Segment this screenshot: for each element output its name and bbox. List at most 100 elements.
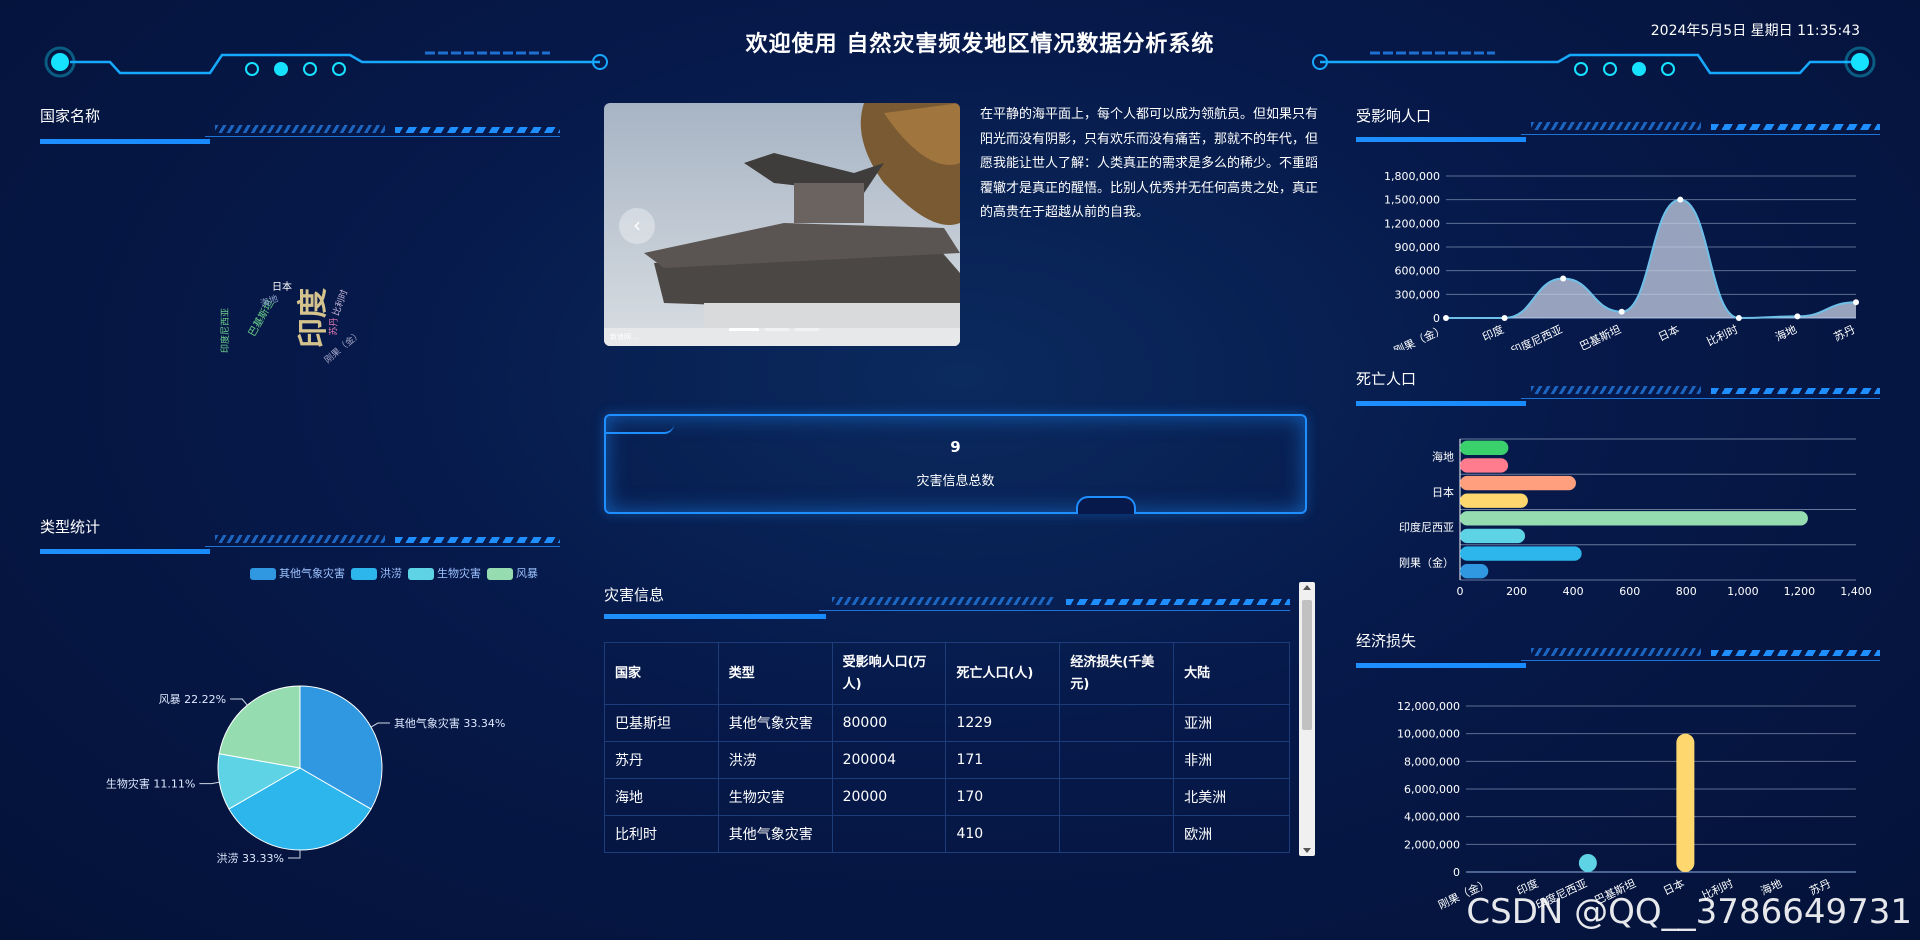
table-row[interactable]: 海地 生物灾害 20000 170 北美洲 <box>604 778 1290 816</box>
header-decoration-right <box>1312 46 1876 78</box>
pie-slice-label: 风暴 22.22% <box>159 693 226 706</box>
y-tick-label: 4,000,000 <box>1404 811 1460 824</box>
pie-label-line <box>370 722 390 728</box>
data-point <box>1677 196 1684 203</box>
y-tick-label: 印度尼西亚 <box>1399 520 1454 534</box>
bar[interactable] <box>1676 733 1695 872</box>
y-tick-label: 0 <box>1453 866 1460 879</box>
y-tick-label: 8,000,000 <box>1404 755 1460 768</box>
x-tick-label: 1,000 <box>1727 585 1759 598</box>
bar[interactable] <box>1460 563 1489 579</box>
table-row[interactable]: 苏丹 洪涝 200004 171 非洲 <box>604 741 1290 779</box>
pie-slice[interactable] <box>218 685 301 769</box>
pie-slice-label: 洪涝 33.33% <box>217 851 284 865</box>
column-header[interactable]: 经济损失(千美元) <box>1059 642 1175 705</box>
y-tick-label: 300,000 <box>1395 288 1441 301</box>
data-point <box>1853 299 1859 306</box>
x-tick-label: 400 <box>1563 585 1584 598</box>
bar[interactable] <box>1460 546 1582 561</box>
panel-title-country-names: 国家名称 <box>40 107 101 125</box>
table-row[interactable]: 巴基斯坦 其他气象灾害 80000 1229 亚洲 <box>604 704 1290 742</box>
x-tick-label: 1,400 <box>1840 585 1872 598</box>
scroll-thumb[interactable] <box>1302 600 1312 730</box>
pie-label-line <box>199 781 220 785</box>
y-tick-label: 0 <box>1433 312 1440 325</box>
y-tick-label: 1,200,000 <box>1384 217 1440 230</box>
stat-label: 灾害信息总数 <box>916 474 995 489</box>
table-row[interactable]: 比利时 其他气象灾害 410 欧洲 <box>604 815 1290 853</box>
y-tick-label: 12,000,000 <box>1397 700 1460 713</box>
current-datetime: 2024年5月5日 星期日 11:35:43 <box>1650 23 1860 39</box>
pie-legend[interactable]: 其他气象灾害 洪涝 生物灾害 风暴 <box>250 565 538 581</box>
column-header[interactable]: 受影响人口(万人) <box>831 642 947 705</box>
legend-item[interactable]: 风暴 <box>487 565 538 581</box>
column-header[interactable]: 国家 <box>604 642 719 705</box>
scroll-up-icon[interactable] <box>1303 585 1311 590</box>
x-tick-label: 刚果（金） <box>1392 322 1448 350</box>
type-stats-pie-chart[interactable]: 其他气象灾害 33.34% 洪涝 33.33% 生物灾害 11.11% 风暴 22.2… <box>80 660 560 880</box>
x-tick-label: 1,200 <box>1784 585 1816 598</box>
chevron-left-icon: ‹ <box>633 213 641 237</box>
y-tick-label: 900,000 <box>1395 241 1441 254</box>
intro-text: 在平静的海平面上，每个人都可以成为领航员。但如果只有阳光而没有阴影，只有欢乐而没… <box>980 107 1319 220</box>
column-header[interactable]: 大陆 <box>1173 642 1290 705</box>
table-scrollbar[interactable] <box>1299 582 1315 856</box>
legend-item[interactable]: 生物灾害 <box>408 565 481 581</box>
x-tick-label: 印度尼西亚 <box>1509 322 1565 350</box>
y-tick-label: 1,800,000 <box>1384 170 1440 183</box>
total-disasters-stat: 9 灾害信息总数 <box>604 414 1307 514</box>
panel-divider <box>1356 122 1880 144</box>
bar[interactable] <box>1460 511 1808 526</box>
word-cloud-word: 苏丹 <box>329 317 340 336</box>
x-tick-label: 0 <box>1457 585 1464 598</box>
watermark: CSDN @QQ__3786649731 <box>1466 892 1912 932</box>
carousel-prev-button[interactable]: ‹ <box>619 208 655 244</box>
bar[interactable] <box>1460 475 1576 491</box>
affected-population-chart[interactable]: 1,800,000 1,500,000 1,200,000 900,000 600,00… <box>1356 160 1876 350</box>
panel-title-type-stats: 类型统计 <box>40 518 101 536</box>
y-tick-label: 600,000 <box>1395 265 1441 278</box>
x-tick-label: 200 <box>1506 585 1527 598</box>
data-point <box>1560 275 1567 282</box>
word-cloud-word: 印度尼西亚 <box>221 307 232 354</box>
legend-item[interactable]: 其他气象灾害 <box>250 565 345 581</box>
x-tick-label: 800 <box>1676 585 1697 598</box>
deaths-chart[interactable]: 0 200 400 600 800 1,000 1,200 1,400 海地日本印度尼西亚刚果（… <box>1356 425 1876 605</box>
word-cloud-word: 海地 <box>259 294 280 310</box>
pie-slice-label: 生物灾害 11.11% <box>106 777 195 791</box>
data-point <box>1501 315 1508 321</box>
image-carousel[interactable]: ‹ 新浪网 ... <box>604 103 960 346</box>
y-tick-label: 10,000,000 <box>1397 728 1460 741</box>
pie-slice-label: 其他气象灾害 33.34% <box>394 716 505 730</box>
x-tick-label: 印度 <box>1480 322 1506 344</box>
data-point <box>1794 313 1801 320</box>
y-tick-label: 日本 <box>1432 485 1454 499</box>
bar[interactable] <box>1460 528 1526 544</box>
economic-loss-chart[interactable]: 12,000,000 10,000,000 8,000,000 6,000,000 4,… <box>1356 690 1876 910</box>
x-tick-label: 600 <box>1619 585 1640 598</box>
carousel-indicators[interactable] <box>729 328 829 332</box>
bar[interactable] <box>1460 440 1509 456</box>
y-tick-label: 6,000,000 <box>1404 783 1460 796</box>
x-tick-label: 巴基斯坦 <box>1577 322 1623 350</box>
y-tick-label: 2,000,000 <box>1404 838 1460 851</box>
y-tick-label: 1,500,000 <box>1384 194 1440 207</box>
column-header[interactable]: 类型 <box>717 642 833 705</box>
data-point <box>1735 315 1742 321</box>
bar[interactable] <box>1460 493 1528 508</box>
legend-item[interactable]: 洪涝 <box>351 565 402 581</box>
table-header-row: 国家 类型 受影响人口(万人) 死亡人口(人) 经济损失(千美元) 大陆 <box>604 642 1290 705</box>
x-tick-label: 比利时 <box>1705 323 1740 349</box>
scroll-down-icon[interactable] <box>1303 848 1311 853</box>
disaster-info-table: 国家 类型 受影响人口(万人) 死亡人口(人) 经济损失(千美元) 大陆 巴基斯… <box>604 642 1290 853</box>
page-title: 欢迎使用 自然灾害频发地区情况数据分析系统 <box>745 32 1215 57</box>
bar[interactable] <box>1578 854 1597 872</box>
word-cloud-word: 印度 <box>296 288 331 348</box>
y-tick-label: 刚果（金） <box>1399 555 1454 569</box>
panel-divider <box>40 125 560 145</box>
data-point <box>1443 315 1449 321</box>
bar[interactable] <box>1460 458 1509 473</box>
column-header[interactable]: 死亡人口(人) <box>945 642 1061 705</box>
panel-divider <box>1356 386 1880 408</box>
header-decoration-left <box>44 46 608 78</box>
